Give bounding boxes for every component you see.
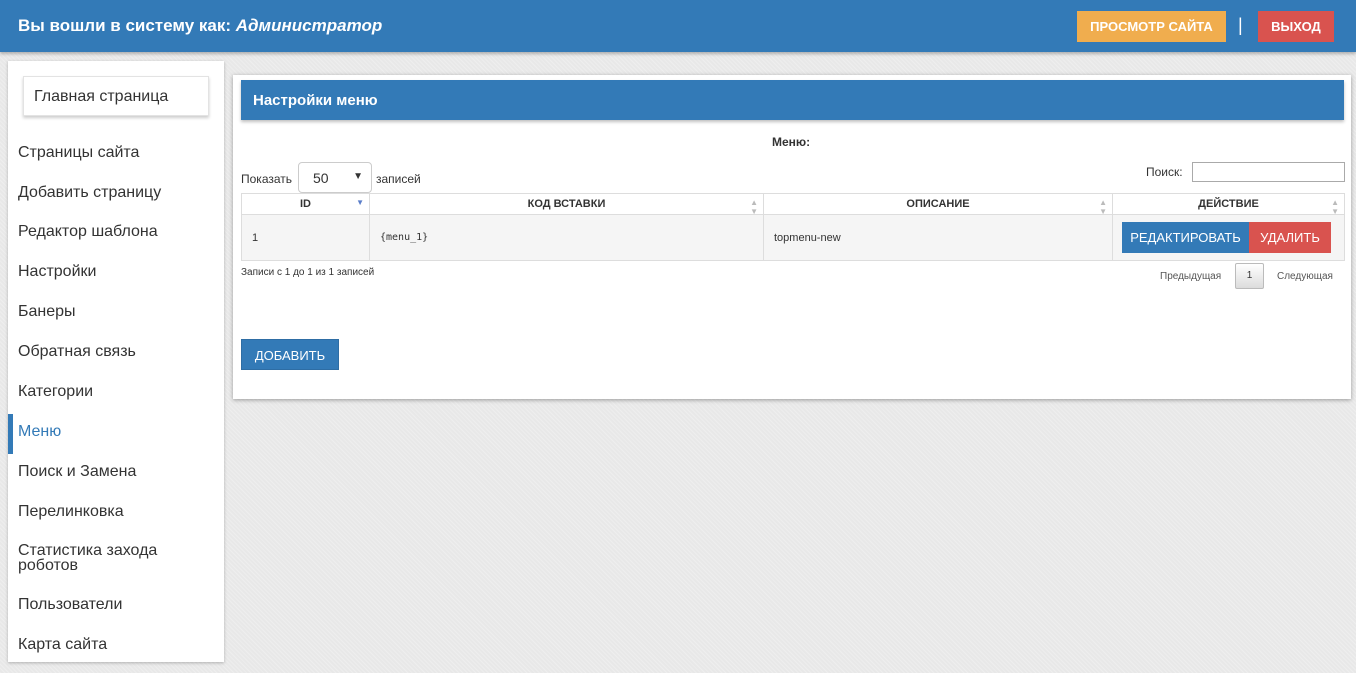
page-size-value: 50 (313, 170, 329, 186)
sort-icon: ▲ ▼ (750, 198, 758, 216)
show-label: Показать (241, 172, 293, 186)
sidebar-item-feedback[interactable]: Обратная связь (8, 344, 224, 360)
entries-label: записей (376, 172, 421, 186)
search-input[interactable] (1192, 162, 1345, 182)
panel-title: Настройки меню (241, 80, 1344, 120)
column-header-action[interactable]: ДЕЙСТВИЕ ▲ ▼ (1112, 193, 1345, 216)
column-header-description-label: ОПИСАНИЕ (906, 198, 970, 210)
chevron-down-icon: ▼ (353, 171, 363, 182)
sidebar-item-template-editor[interactable]: Редактор шаблона (8, 224, 224, 240)
cell-code: {menu_1} (369, 214, 764, 261)
edit-button[interactable]: РЕДАКТИРОВАТЬ (1122, 222, 1249, 253)
column-header-action-label: ДЕЙСТВИЕ (1198, 198, 1259, 210)
menu-caption: Меню: (772, 135, 811, 149)
sidebar-item-search-replace[interactable]: Поиск и Замена (8, 464, 224, 480)
sidebar: Главная страница Страницы сайта Добавить… (8, 61, 224, 662)
cell-id: 1 (241, 214, 370, 261)
login-role: Администратор (235, 16, 383, 35)
column-header-id-label: ID (300, 198, 311, 210)
sidebar-item-sitemap[interactable]: Карта сайта (8, 637, 224, 653)
sidebar-item-categories[interactable]: Категории (8, 384, 224, 400)
login-prefix: Вы вошли в систему как: (18, 16, 232, 35)
search-label: Поиск: (1146, 165, 1183, 179)
sidebar-item-pages[interactable]: Страницы сайта (8, 145, 224, 161)
sort-icon: ▲ ▼ (1331, 198, 1339, 216)
top-bar: Вы вошли в систему как: Администратор ПР… (0, 0, 1356, 52)
previous-page-button[interactable]: Предыдущая (1160, 271, 1221, 282)
home-page-button[interactable]: Главная страница (23, 76, 209, 116)
column-header-code-label: КОД ВСТАВКИ (527, 198, 606, 210)
delete-button[interactable]: УДАЛИТЬ (1249, 222, 1331, 253)
sidebar-item-users[interactable]: Пользователи (8, 597, 224, 613)
logout-button[interactable]: ВЫХОД (1258, 11, 1334, 42)
table-header-row: ID ▼ КОД ВСТАВКИ ▲ ▼ ОПИСАНИЕ ▲ ▼ ДЕЙСТВИЕ… (241, 193, 1345, 216)
cell-description: topmenu-new (763, 214, 1113, 261)
sidebar-item-add-page[interactable]: Добавить страницу (8, 185, 224, 201)
next-page-button[interactable]: Следующая (1277, 271, 1333, 282)
sidebar-item-menu[interactable]: Меню (8, 414, 224, 454)
column-header-code[interactable]: КОД ВСТАВКИ ▲ ▼ (369, 193, 764, 216)
add-button[interactable]: ДОБАВИТЬ (241, 339, 339, 370)
page-size-select[interactable]: 50 ▼ (298, 162, 372, 193)
sort-desc-icon: ▼ (356, 198, 364, 207)
sidebar-item-linking[interactable]: Перелинковка (8, 504, 224, 520)
view-site-button[interactable]: ПРОСМОТР САЙТА (1077, 11, 1226, 42)
column-header-description[interactable]: ОПИСАНИЕ ▲ ▼ (763, 193, 1113, 216)
column-header-id[interactable]: ID ▼ (241, 193, 370, 215)
page-number-button[interactable]: 1 (1235, 263, 1264, 289)
table-info: Записи с 1 до 1 из 1 записей (241, 267, 375, 278)
menu-settings-panel: Настройки меню Меню: Показать 50 ▼ запис… (233, 75, 1351, 399)
header-separator: | (1238, 15, 1243, 35)
login-status: Вы вошли в систему как: Администратор (18, 16, 382, 36)
sidebar-item-banners[interactable]: Банеры (8, 304, 224, 320)
sidebar-item-robot-stats[interactable]: Статистика захода роботов (8, 543, 178, 574)
sidebar-item-settings[interactable]: Настройки (8, 264, 224, 280)
sort-icon: ▲ ▼ (1099, 198, 1107, 216)
